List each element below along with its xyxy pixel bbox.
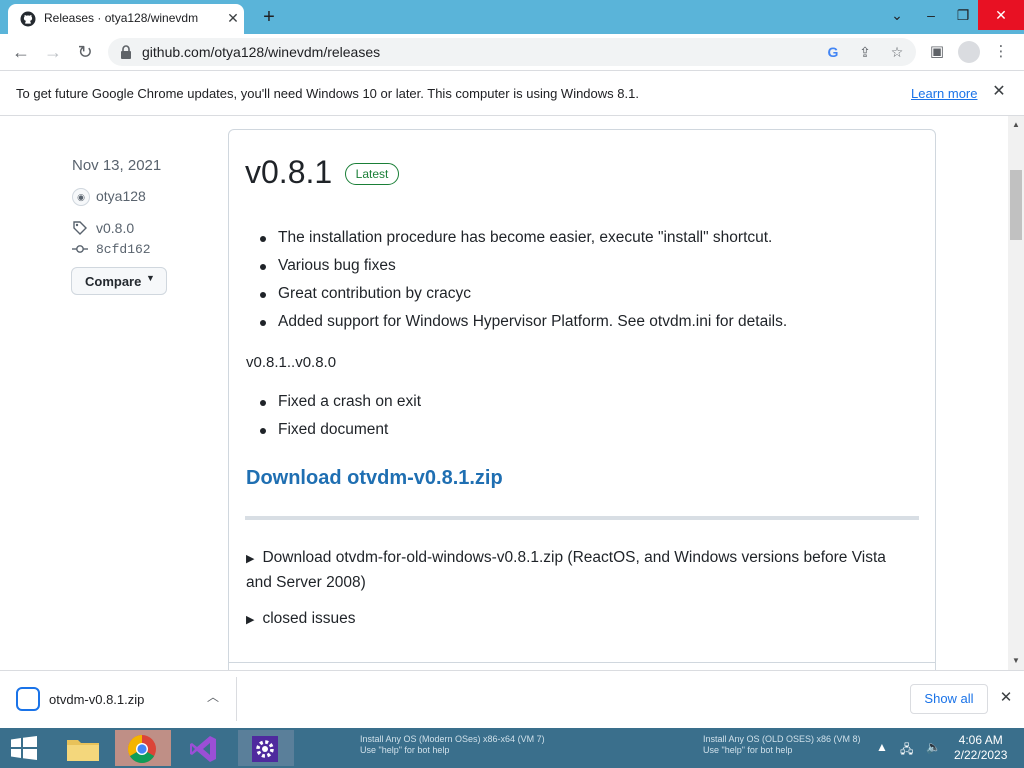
github-icon (20, 11, 36, 27)
address-bar[interactable]: github.com/otya128/winevdm/releases G ⇪ … (108, 38, 916, 66)
old-windows-summary: Download otvdm-for-old-windows-v0.8.1.zi… (246, 549, 886, 591)
card-divider (229, 662, 935, 663)
release-date: Nov 13, 2021 (72, 157, 162, 174)
commit-icon (72, 245, 88, 253)
tab-close-icon[interactable]: ✕ (224, 9, 242, 27)
download-link[interactable]: Download otvdm-v0.8.1.zip (246, 467, 503, 490)
vm-old-help: Use "help" for bot help (703, 745, 793, 755)
chevron-up-icon[interactable]: ︿ (206, 689, 220, 705)
tag-icon (73, 221, 87, 235)
latest-badge: Latest (345, 163, 399, 185)
network-icon[interactable]: 🖧 (900, 740, 913, 761)
vm-label-old: Install Any OS (OLD OSES) x86 (VM 8) Use… (703, 734, 861, 756)
visual-studio-icon (190, 736, 216, 762)
commit-link[interactable]: 8cfd162 (96, 242, 151, 257)
vm-label-modern: Install Any OS (Modern OSes) x86-x64 (VM… (360, 734, 545, 756)
windows-start-icon[interactable] (10, 736, 38, 760)
release-note: The installation procedure has become ea… (278, 229, 773, 246)
closed-issues-summary: closed issues (262, 610, 356, 627)
show-all-button[interactable]: Show all (910, 684, 988, 714)
bullet-icon (260, 292, 266, 298)
gear-icon (252, 736, 278, 762)
commit-range: v0.8.1..v0.8.0 (246, 354, 337, 371)
tag-link[interactable]: v0.8.0 (96, 220, 134, 236)
fix-item: Fixed a crash on exit (278, 393, 422, 410)
release-note: Various bug fixes (278, 257, 396, 274)
taskbar-visual-studio[interactable] (176, 730, 232, 766)
menu-icon[interactable]: ⋮ (992, 43, 1010, 61)
update-infobar: To get future Google Chrome updates, you… (0, 70, 1024, 116)
google-lens-icon[interactable]: G (824, 43, 842, 61)
disclosure-triangle-icon: ▶ (246, 614, 255, 626)
restore-button[interactable]: ❐ (946, 0, 980, 30)
divider (245, 516, 919, 520)
bullet-icon (260, 400, 266, 406)
download-filename[interactable]: otvdm-v0.8.1.zip (49, 692, 144, 707)
author-avatar[interactable]: ◉ (72, 188, 90, 206)
separator (236, 677, 237, 721)
clock-date: 2/22/2023 (954, 748, 1008, 762)
taskbar-chrome[interactable] (115, 730, 171, 766)
window-close-button[interactable]: ✕ (978, 0, 1024, 30)
caret-down-icon: ▼ (146, 273, 155, 283)
taskbar-file-explorer[interactable] (56, 730, 112, 766)
taskbar-settings[interactable] (238, 730, 294, 766)
url-text: github.com/otya128/winevdm/releases (142, 44, 381, 60)
clock-time: 4:06 AM (958, 733, 1003, 747)
old-windows-details[interactable]: ▶ Download otvdm-for-old-windows-v0.8.1.z… (246, 546, 916, 595)
fix-item: Fixed document (278, 421, 389, 438)
release-note: Added support for Windows Hypervisor Pla… (278, 313, 788, 330)
tray-chevron-up-icon[interactable]: ▲ (876, 740, 888, 754)
side-panel-icon[interactable]: ▣ (928, 43, 946, 61)
scroll-down-icon[interactable]: ▼ (1008, 654, 1024, 668)
tab-search-icon[interactable]: ⌄ (880, 0, 914, 30)
scroll-up-icon[interactable]: ▲ (1008, 118, 1024, 132)
page-content: Nov 13, 2021 ◉ otya128 v0.8.0 8cfd162 Co… (0, 116, 1008, 670)
bookmark-star-icon[interactable]: ☆ (888, 43, 906, 61)
bullet-icon (260, 428, 266, 434)
compare-label: Compare (85, 274, 142, 289)
vm-old-title: Install Any OS (OLD OSES) x86 (VM 8) (703, 734, 861, 744)
bullet-icon (260, 264, 266, 270)
folder-icon (67, 740, 99, 761)
tab-releases[interactable]: Releases · otya128/winevdm ✕ (8, 4, 244, 34)
release-title[interactable]: v0.8.1 (245, 154, 332, 191)
volume-icon[interactable]: 🔈 (926, 740, 941, 754)
zip-file-icon (16, 687, 40, 711)
release-note: Great contribution by cracyc (278, 285, 471, 302)
infobar-message: To get future Google Chrome updates, you… (16, 86, 639, 101)
vm-modern-help: Use "help" for bot help (360, 745, 450, 755)
learn-more-link[interactable]: Learn more (911, 86, 977, 101)
disclosure-triangle-icon: ▶ (246, 553, 255, 565)
chrome-icon (128, 735, 156, 763)
browser-toolbar: ← → ↻ github.com/otya128/winevdm/release… (0, 34, 1024, 70)
back-button[interactable]: ← (10, 41, 32, 63)
bullet-icon (260, 320, 266, 326)
system-clock[interactable]: 4:06 AM 2/22/2023 (954, 733, 1007, 763)
tab-title: Releases · otya128/winevdm (44, 11, 199, 25)
infobar-close-icon[interactable]: ✕ (990, 83, 1008, 101)
download-bar: otvdm-v0.8.1.zip ︿ Show all ✕ (0, 670, 1024, 728)
compare-button[interactable]: Compare ▼ (71, 267, 167, 295)
closed-issues-details[interactable]: ▶ closed issues (246, 610, 356, 628)
vm-modern-title: Install Any OS (Modern OSes) x86-x64 (VM… (360, 734, 545, 744)
minimize-button[interactable]: – (914, 0, 948, 30)
bullet-icon (260, 236, 266, 242)
lock-icon (121, 45, 131, 59)
share-icon[interactable]: ⇪ (856, 43, 874, 61)
download-bar-close-icon[interactable]: ✕ (998, 690, 1014, 706)
scroll-thumb[interactable] (1010, 170, 1022, 240)
author-link[interactable]: otya128 (96, 188, 146, 204)
reload-button[interactable]: ↻ (74, 41, 96, 63)
taskbar: Install Any OS (Modern OSes) x86-x64 (VM… (0, 728, 1024, 768)
new-tab-button[interactable]: + (258, 6, 280, 28)
profile-avatar[interactable] (958, 41, 980, 63)
forward-button[interactable]: → (42, 41, 64, 63)
tab-strip: Releases · otya128/winevdm ✕ + ⌄ – ❐ ✕ (0, 0, 1024, 34)
